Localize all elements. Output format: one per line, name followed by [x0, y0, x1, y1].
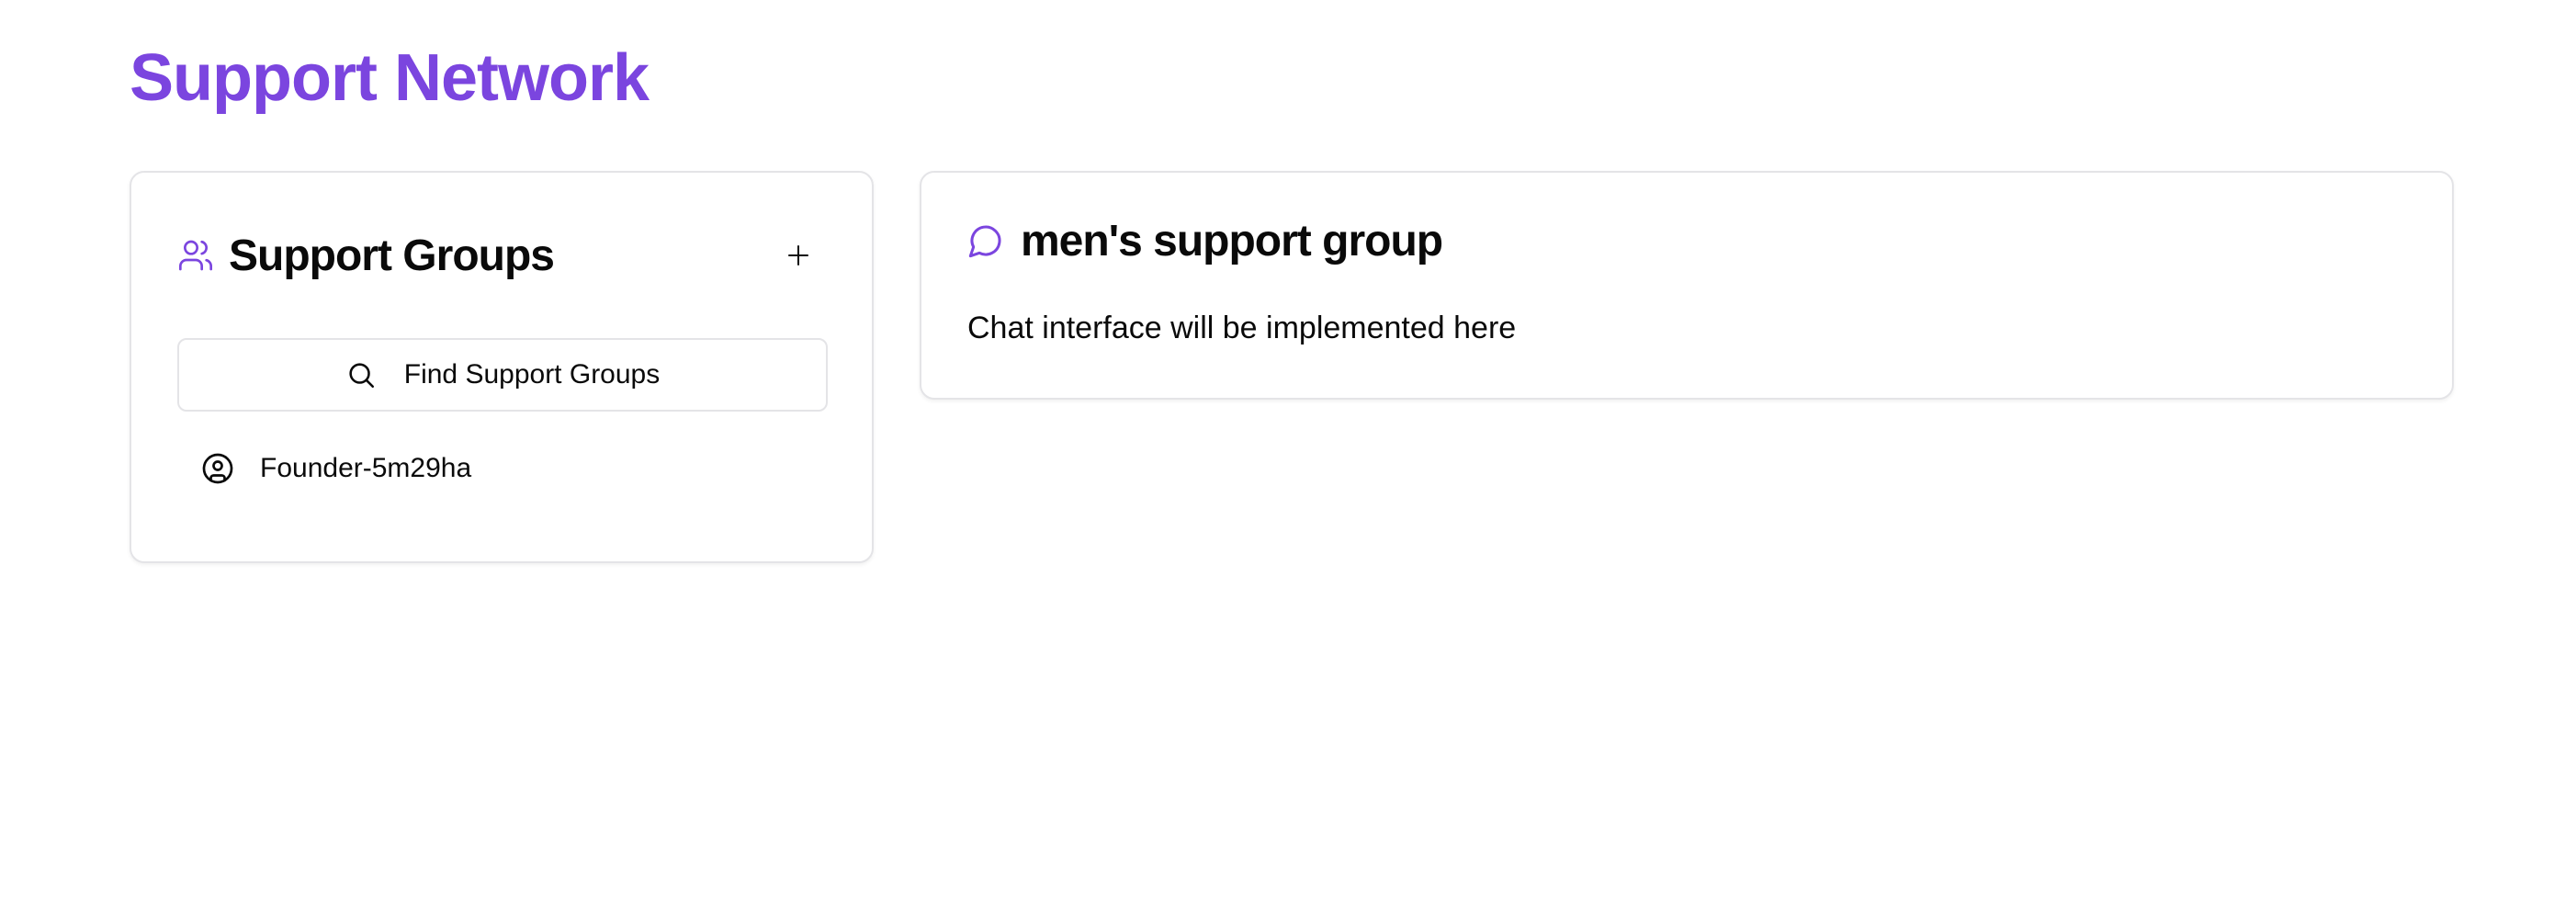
support-groups-header: Support Groups: [177, 228, 826, 283]
chat-title: men's support group: [1021, 216, 1443, 265]
find-support-groups-button[interactable]: Find Support Groups: [177, 338, 828, 412]
circle-user-icon: [201, 452, 234, 485]
chat-card: men's support group Chat interface will …: [920, 171, 2454, 400]
users-icon: [177, 237, 214, 274]
support-groups-card: Support Groups Find Support Groups Found…: [130, 171, 874, 563]
support-groups-title: Support Groups: [229, 231, 555, 280]
find-support-groups-label: Find Support Groups: [403, 359, 661, 390]
message-circle-icon: [967, 222, 1004, 259]
search-icon: [345, 359, 377, 390]
page-title: Support Network: [130, 41, 650, 115]
chat-placeholder-text: Chat interface will be implemented here: [967, 311, 1517, 345]
group-name: Founder-5m29ha: [260, 453, 472, 483]
plus-icon: [785, 242, 812, 269]
group-list-item[interactable]: Founder-5m29ha: [201, 441, 471, 496]
chat-header: men's support group: [967, 213, 1443, 268]
add-group-button[interactable]: [771, 228, 826, 283]
